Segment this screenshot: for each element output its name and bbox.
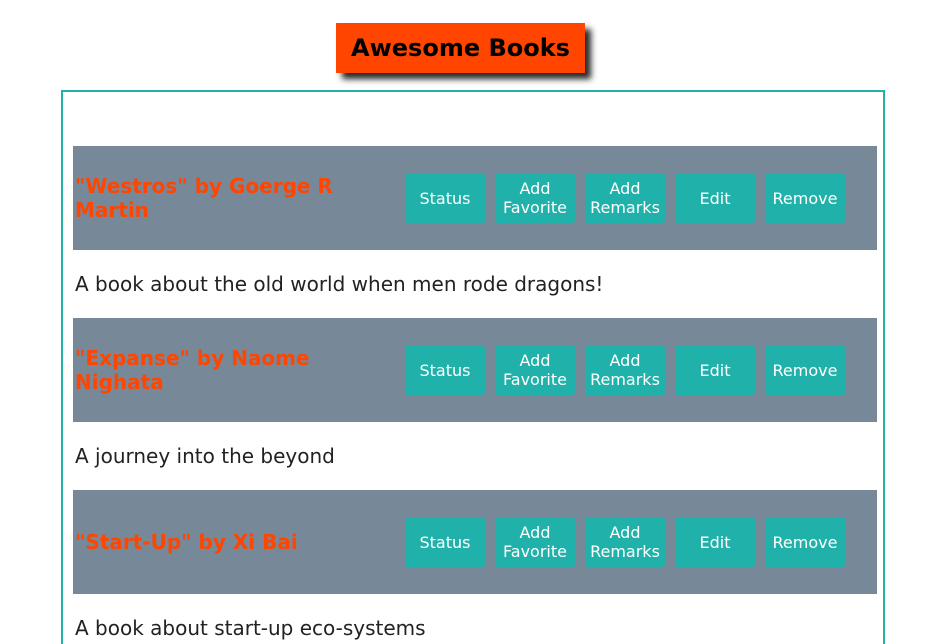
book-description: A book about start-up eco-systems bbox=[75, 616, 426, 640]
book-title: "Westros" by Goerge R Martin bbox=[75, 174, 333, 222]
status-button[interactable]: Status bbox=[405, 173, 485, 223]
add-favorite-button[interactable]: Add Favorite bbox=[495, 345, 575, 395]
add-remarks-button[interactable]: Add Remarks bbox=[585, 173, 665, 223]
edit-button[interactable]: Edit bbox=[675, 345, 755, 395]
remove-button[interactable]: Remove bbox=[765, 173, 845, 223]
add-remarks-button[interactable]: Add Remarks bbox=[585, 345, 665, 395]
page-title: Awesome Books bbox=[336, 23, 585, 73]
book-description: A book about the old world when men rode… bbox=[75, 272, 604, 296]
book-title: "Start-Up" by Xi Bai bbox=[75, 530, 298, 554]
edit-button[interactable]: Edit bbox=[675, 173, 755, 223]
book-item-header: "Westros" by Goerge R Martin Status Add … bbox=[73, 146, 877, 250]
page: Awesome Books "Westros" by Goerge R Mart… bbox=[0, 0, 939, 644]
book-title: "Expanse" by Naome Nighata bbox=[75, 346, 310, 394]
status-button[interactable]: Status bbox=[405, 345, 485, 395]
add-favorite-button[interactable]: Add Favorite bbox=[495, 173, 575, 223]
edit-button[interactable]: Edit bbox=[675, 517, 755, 567]
book-item-header: "Start-Up" by Xi Bai Status Add Favorite… bbox=[73, 490, 877, 594]
add-remarks-button[interactable]: Add Remarks bbox=[585, 517, 665, 567]
book-list: "Westros" by Goerge R Martin Status Add … bbox=[61, 90, 885, 644]
add-favorite-button[interactable]: Add Favorite bbox=[495, 517, 575, 567]
remove-button[interactable]: Remove bbox=[765, 517, 845, 567]
book-item-header: "Expanse" by Naome Nighata Status Add Fa… bbox=[73, 318, 877, 422]
status-button[interactable]: Status bbox=[405, 517, 485, 567]
book-description: A journey into the beyond bbox=[75, 444, 335, 468]
remove-button[interactable]: Remove bbox=[765, 345, 845, 395]
